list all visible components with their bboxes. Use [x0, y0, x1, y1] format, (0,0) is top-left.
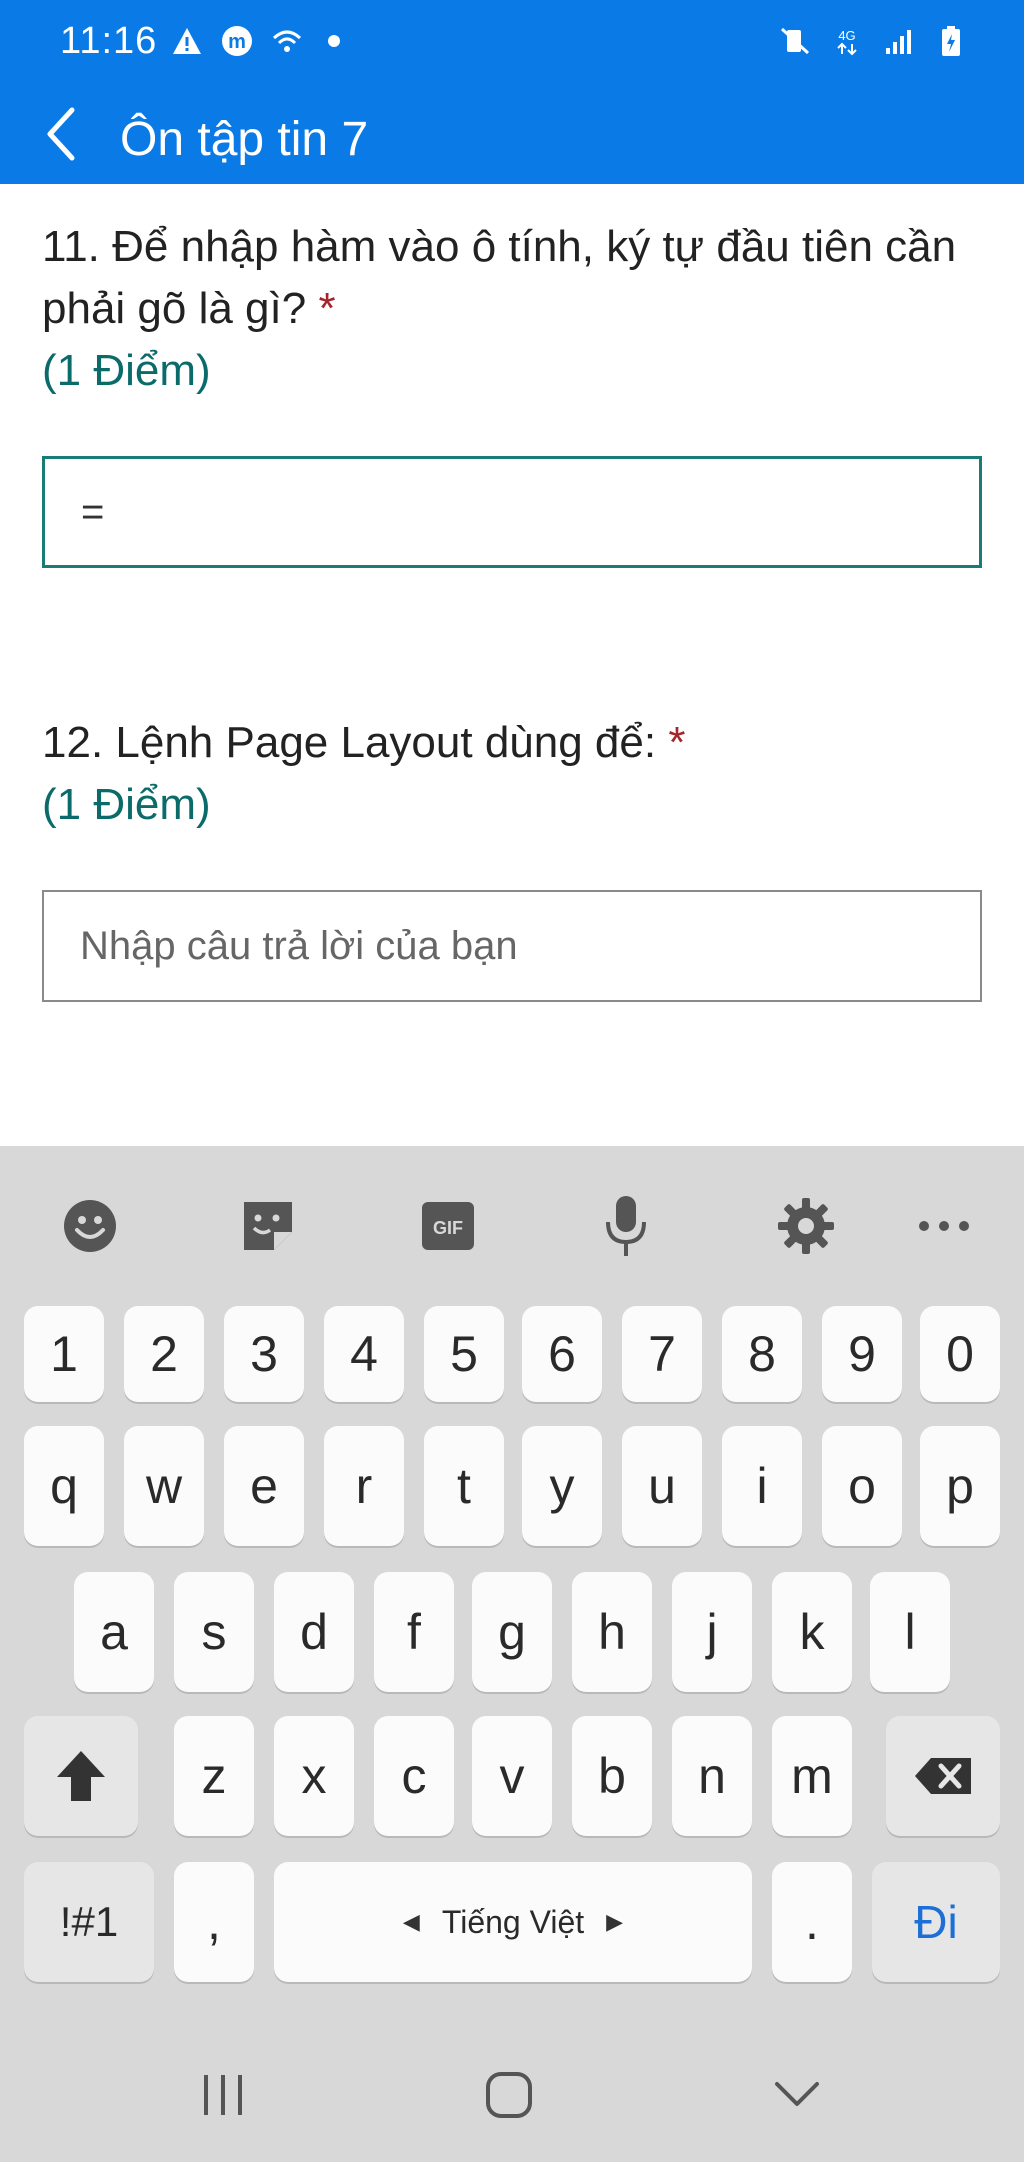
svg-text:GIF: GIF: [433, 1218, 463, 1238]
gear-icon[interactable]: [766, 1186, 846, 1266]
key-0[interactable]: 0: [920, 1306, 1000, 1402]
keyboard-toolbar: GIF: [0, 1146, 1024, 1306]
key-d[interactable]: d: [274, 1572, 354, 1692]
key-i[interactable]: i: [722, 1426, 802, 1546]
key-o[interactable]: o: [822, 1426, 902, 1546]
language-next-icon: ▶: [606, 1909, 624, 1934]
key-9[interactable]: 9: [822, 1306, 902, 1402]
key-l[interactable]: l: [870, 1572, 950, 1692]
keyboard: GIF 1 2 3 4 5 6 7 8 9 0 q w e r t y u i …: [0, 1146, 1024, 2162]
question-12-text: 12. Lệnh Page Layout dùng để:: [42, 718, 657, 767]
key-5[interactable]: 5: [424, 1306, 504, 1402]
status-icons-right: 4G: [778, 24, 968, 58]
question-points: (1 Điểm): [42, 346, 211, 395]
app-bar: Ôn tập tin 7: [0, 84, 1024, 184]
home-icon: [486, 2072, 532, 2118]
key-y[interactable]: y: [522, 1426, 602, 1546]
answer-field-11[interactable]: [42, 456, 982, 568]
chevron-left-icon: [47, 107, 75, 161]
emoji-icon[interactable]: [50, 1186, 130, 1266]
language-prev-icon: ◀: [402, 1909, 420, 1934]
gif-icon[interactable]: GIF: [408, 1186, 488, 1266]
battery-icon: [934, 24, 968, 58]
key-f[interactable]: f: [374, 1572, 454, 1692]
back-down-icon: [775, 2082, 819, 2106]
back-down-button[interactable]: [752, 2050, 842, 2140]
question-text: 12. Lệnh Page Layout dùng để: *: [42, 712, 982, 774]
recents-icon: [204, 2075, 242, 2115]
answer-input-11[interactable]: [81, 489, 979, 535]
key-x[interactable]: x: [274, 1716, 354, 1836]
symbols-key[interactable]: !#1: [24, 1862, 154, 1982]
backspace-key[interactable]: [886, 1716, 1000, 1836]
key-7[interactable]: 7: [622, 1306, 702, 1402]
key-1[interactable]: 1: [24, 1306, 104, 1402]
answer-input-12[interactable]: [80, 923, 980, 969]
key-v[interactable]: v: [472, 1716, 552, 1836]
key-a[interactable]: a: [74, 1572, 154, 1692]
key-e[interactable]: e: [224, 1426, 304, 1546]
key-g[interactable]: g: [472, 1572, 552, 1692]
question-12: 12. Lệnh Page Layout dùng để: * (1 Điểm): [42, 712, 982, 836]
go-key[interactable]: Đi: [872, 1862, 1000, 1982]
microphone-icon[interactable]: [586, 1186, 666, 1266]
key-h[interactable]: h: [572, 1572, 652, 1692]
key-u[interactable]: u: [622, 1426, 702, 1546]
back-button[interactable]: [30, 102, 94, 166]
key-z[interactable]: z: [174, 1716, 254, 1836]
svg-text:m: m: [228, 31, 246, 53]
status-icons-left: m: [170, 24, 340, 58]
recents-button[interactable]: [178, 2050, 268, 2140]
key-q[interactable]: q: [24, 1426, 104, 1546]
space-key[interactable]: ◀ Tiếng Việt ▶: [274, 1862, 752, 1982]
period-key[interactable]: .: [772, 1862, 852, 1982]
question-11-text: 11. Để nhập hàm vào ô tính, ký tự đầu ti…: [42, 222, 957, 333]
status-time: 11:16: [60, 20, 158, 62]
key-n[interactable]: n: [672, 1716, 752, 1836]
question-points: (1 Điểm): [42, 780, 211, 829]
backspace-icon: [915, 1758, 971, 1794]
key-b[interactable]: b: [572, 1716, 652, 1836]
answer-field-12[interactable]: [42, 890, 982, 1002]
mute-vibrate-icon: [778, 24, 812, 58]
app-title: Ôn tập tin 7: [120, 113, 369, 166]
question-11: 11. Để nhập hàm vào ô tính, ký tự đầu ti…: [42, 216, 982, 402]
key-8[interactable]: 8: [722, 1306, 802, 1402]
key-j[interactable]: j: [672, 1572, 752, 1692]
key-p[interactable]: p: [920, 1426, 1000, 1546]
key-m[interactable]: m: [772, 1716, 852, 1836]
key-w[interactable]: w: [124, 1426, 204, 1546]
space-key-label: Tiếng Việt: [441, 1903, 585, 1940]
shift-key[interactable]: [24, 1716, 138, 1836]
more-icon[interactable]: [904, 1186, 984, 1266]
wifi-call-icon: [270, 24, 304, 58]
4g-icon: 4G: [830, 24, 864, 58]
key-k[interactable]: k: [772, 1572, 852, 1692]
key-6[interactable]: 6: [522, 1306, 602, 1402]
status-bar: 11:16 m 4G: [0, 0, 1024, 84]
home-button[interactable]: [464, 2050, 554, 2140]
key-4[interactable]: 4: [324, 1306, 404, 1402]
key-t[interactable]: t: [424, 1426, 504, 1546]
shift-arrow-icon: [57, 1751, 105, 1801]
key-r[interactable]: r: [324, 1426, 404, 1546]
svg-text:4G: 4G: [838, 28, 855, 43]
dot-icon: [328, 35, 340, 47]
sticker-icon[interactable]: [228, 1186, 308, 1266]
m-app-icon: m: [220, 24, 254, 58]
comma-key[interactable]: ,: [174, 1862, 254, 1982]
signal-icon: [882, 24, 916, 58]
key-3[interactable]: 3: [224, 1306, 304, 1402]
navigation-bar: [0, 2030, 1024, 2162]
question-text: 11. Để nhập hàm vào ô tính, ký tự đầu ti…: [42, 216, 982, 340]
key-s[interactable]: s: [174, 1572, 254, 1692]
warning-icon: [170, 24, 204, 58]
key-2[interactable]: 2: [124, 1306, 204, 1402]
key-c[interactable]: c: [374, 1716, 454, 1836]
required-mark: *: [668, 718, 686, 767]
required-mark: *: [318, 284, 336, 333]
